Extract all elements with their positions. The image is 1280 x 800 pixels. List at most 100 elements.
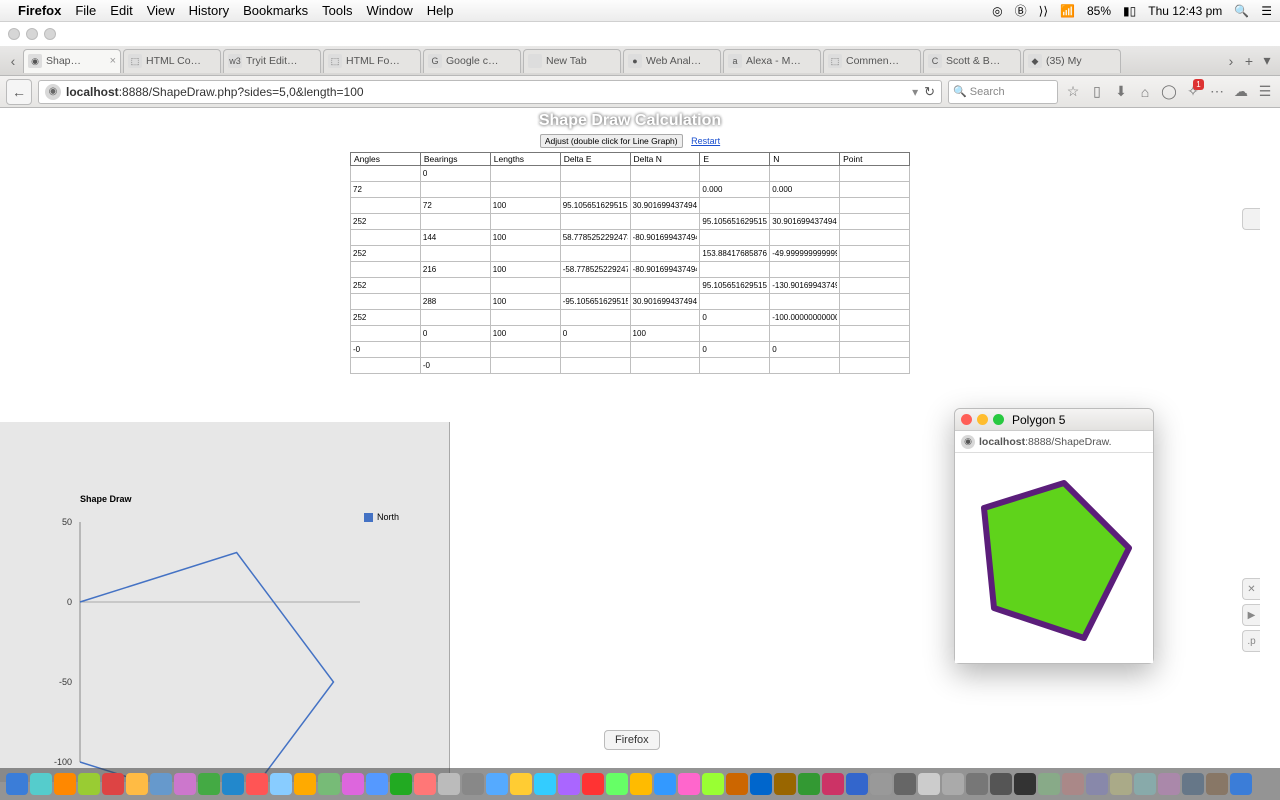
cell-input[interactable]	[421, 166, 490, 181]
menu-history[interactable]: History	[189, 3, 229, 18]
cell-input[interactable]	[351, 182, 420, 197]
cell-input[interactable]	[351, 326, 420, 341]
dock-app-icon[interactable]	[174, 773, 196, 795]
handle[interactable]	[1242, 208, 1260, 230]
browser-tab[interactable]: w3Tryit Edit…	[223, 49, 321, 73]
cell-input[interactable]	[631, 310, 700, 325]
cell-input[interactable]	[351, 262, 420, 277]
browser-tab[interactable]: ◉Shap…×	[23, 49, 121, 73]
dock-app-icon[interactable]	[1038, 773, 1060, 795]
cell-input[interactable]	[840, 262, 909, 277]
dock-app-icon[interactable]	[726, 773, 748, 795]
cell-input[interactable]	[491, 278, 560, 293]
menu-file[interactable]: File	[75, 3, 96, 18]
bookmark-star-icon[interactable]: ☆	[1064, 83, 1082, 100]
cell-input[interactable]	[561, 310, 630, 325]
menu-view[interactable]: View	[147, 3, 175, 18]
dock-app-icon[interactable]	[990, 773, 1012, 795]
dock-app-icon[interactable]	[846, 773, 868, 795]
cell-input[interactable]	[631, 230, 700, 245]
cell-input[interactable]	[351, 246, 420, 261]
menu-window[interactable]: Window	[367, 3, 413, 18]
cell-input[interactable]	[421, 294, 490, 309]
dock-app-icon[interactable]	[342, 773, 364, 795]
dock-app-icon[interactable]	[942, 773, 964, 795]
cell-input[interactable]	[421, 358, 490, 373]
cell-input[interactable]	[770, 310, 839, 325]
status-icon[interactable]: ◎	[992, 4, 1002, 18]
cell-input[interactable]	[700, 358, 769, 373]
tab-close-icon[interactable]: ×	[110, 55, 116, 67]
popup-addressbar[interactable]: ◉ localhost:8888/ShapeDraw.	[955, 431, 1153, 453]
cell-input[interactable]	[840, 214, 909, 229]
cell-input[interactable]	[421, 246, 490, 261]
handle-close[interactable]: ✕	[1242, 578, 1260, 600]
cell-input[interactable]	[491, 342, 560, 357]
cell-input[interactable]	[700, 310, 769, 325]
cell-input[interactable]	[351, 166, 420, 181]
reload-button[interactable]: ↻	[924, 84, 935, 100]
cell-input[interactable]	[491, 358, 560, 373]
dock-app-icon[interactable]	[1110, 773, 1132, 795]
cell-input[interactable]	[770, 198, 839, 213]
cell-input[interactable]	[840, 198, 909, 213]
browser-tab[interactable]: New Tab	[523, 49, 621, 73]
dock-app-icon[interactable]	[558, 773, 580, 795]
tab-scroll-right[interactable]: ›	[1222, 53, 1240, 69]
cell-input[interactable]	[840, 230, 909, 245]
dock-app-icon[interactable]	[30, 773, 52, 795]
new-tab-button[interactable]: +	[1240, 53, 1258, 69]
cell-input[interactable]	[561, 214, 630, 229]
cell-input[interactable]	[770, 182, 839, 197]
browser-tab[interactable]: ⬚HTML Fo…	[323, 49, 421, 73]
cell-input[interactable]	[840, 166, 909, 181]
cell-input[interactable]	[770, 230, 839, 245]
cell-input[interactable]	[421, 262, 490, 277]
dock-app-icon[interactable]	[318, 773, 340, 795]
line-chart[interactable]: 500-50-100	[0, 422, 450, 782]
status-icon[interactable]: Ⓑ	[1015, 2, 1027, 19]
cell-input[interactable]	[631, 246, 700, 261]
cell-input[interactable]	[561, 246, 630, 261]
cell-input[interactable]	[631, 198, 700, 213]
cell-input[interactable]	[700, 230, 769, 245]
cell-input[interactable]	[840, 326, 909, 341]
dock-app-icon[interactable]	[1014, 773, 1036, 795]
cell-input[interactable]	[631, 262, 700, 277]
battery-percent[interactable]: 85%	[1087, 4, 1111, 18]
cell-input[interactable]	[631, 214, 700, 229]
menu-bookmarks[interactable]: Bookmarks	[243, 3, 308, 18]
cell-input[interactable]	[700, 262, 769, 277]
dock-app-icon[interactable]	[582, 773, 604, 795]
cell-input[interactable]	[491, 294, 560, 309]
menu-tools[interactable]: Tools	[322, 3, 352, 18]
addon-icon[interactable]: ✧	[1184, 83, 1202, 100]
cell-input[interactable]	[421, 310, 490, 325]
chat-icon[interactable]: ☁	[1232, 83, 1250, 100]
status-icon[interactable]: ⟩⟩	[1039, 4, 1048, 18]
window-minimize[interactable]	[26, 28, 38, 40]
window-zoom[interactable]	[44, 28, 56, 40]
cell-input[interactable]	[700, 342, 769, 357]
cell-input[interactable]	[770, 326, 839, 341]
site-identity-icon[interactable]: ◉	[45, 84, 61, 100]
dock-app-icon[interactable]	[366, 773, 388, 795]
dock-app-icon[interactable]	[198, 773, 220, 795]
dock-app-icon[interactable]	[78, 773, 100, 795]
dock-app-icon[interactable]	[894, 773, 916, 795]
cell-input[interactable]	[700, 246, 769, 261]
window-close[interactable]	[8, 28, 20, 40]
cell-input[interactable]	[700, 294, 769, 309]
cell-input[interactable]	[631, 326, 700, 341]
dock-app-icon[interactable]	[702, 773, 724, 795]
dock-app-icon[interactable]	[294, 773, 316, 795]
tab-scroll-left[interactable]: ‹	[4, 53, 22, 69]
cell-input[interactable]	[631, 342, 700, 357]
dock-app-icon[interactable]	[534, 773, 556, 795]
cell-input[interactable]	[770, 278, 839, 293]
cell-input[interactable]	[700, 326, 769, 341]
dock-app-icon[interactable]	[222, 773, 244, 795]
dock-app-icon[interactable]	[606, 773, 628, 795]
adjust-button[interactable]: Adjust (double click for Line Graph)	[540, 134, 683, 148]
url-bar[interactable]: ◉ localhost:8888/ShapeDraw.php?sides=5,0…	[38, 80, 942, 104]
